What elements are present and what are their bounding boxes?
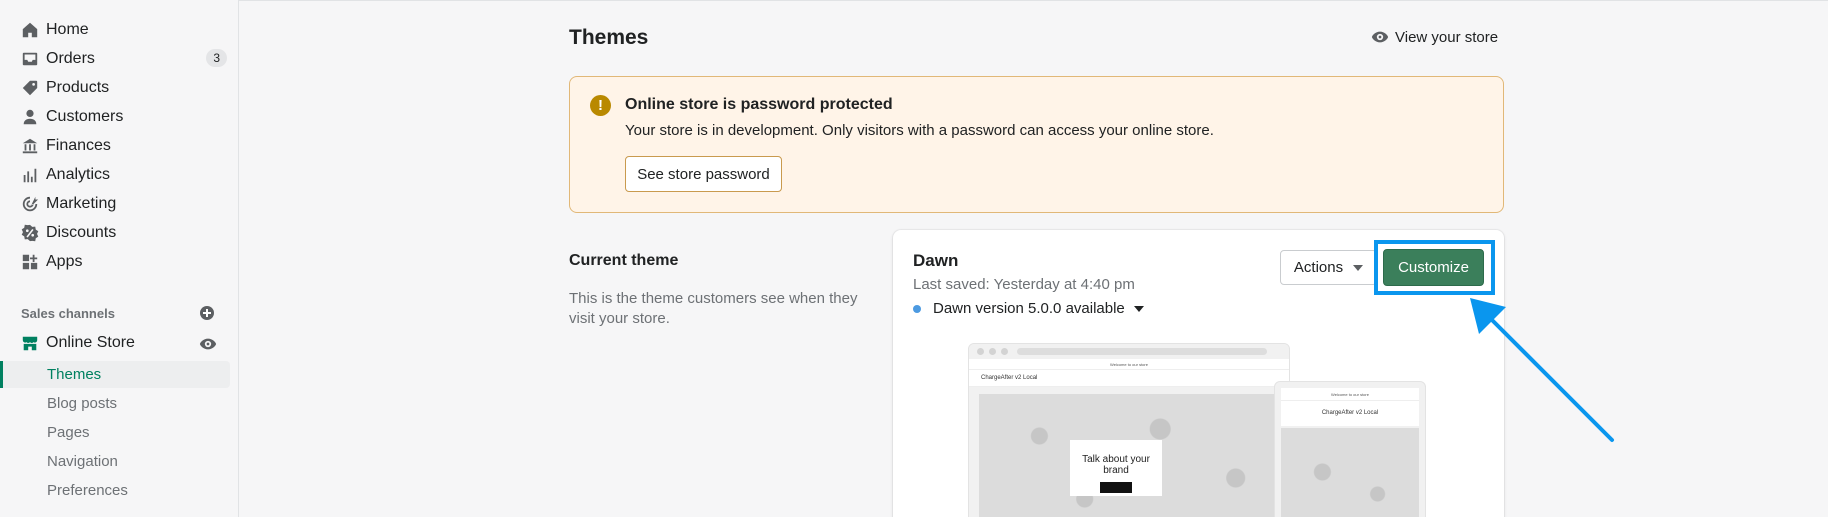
customize-button[interactable]: Customize	[1383, 249, 1484, 286]
active-item-highlight	[0, 361, 230, 388]
bar-chart-icon	[21, 166, 39, 184]
sidebar-item-analytics[interactable]: Analytics	[21, 163, 227, 187]
preview-announcement: Welcome to our store	[969, 359, 1289, 370]
preview-hero-button	[1100, 482, 1132, 493]
sidebar-item-orders[interactable]: Orders 3	[21, 47, 227, 71]
sidebar-subitem-themes[interactable]: Themes	[47, 362, 101, 386]
sidebar-item-home[interactable]: Home	[21, 18, 227, 42]
sidebar-item-label: Orders	[46, 50, 95, 67]
sidebar-item-label: Finances	[46, 137, 111, 154]
mobile-theme-preview: Welcome to our store ChargeAfter v2 Loca…	[1274, 381, 1426, 517]
sidebar-subitem-blog-posts[interactable]: Blog posts	[47, 391, 117, 415]
add-circle-icon[interactable]	[199, 305, 215, 321]
caret-down-icon	[1353, 264, 1364, 271]
home-icon	[21, 21, 39, 39]
sidebar-item-products[interactable]: Products	[21, 76, 227, 100]
banner-title: Online store is password protected	[625, 96, 893, 113]
store-icon	[21, 334, 39, 352]
caret-down-icon	[1133, 305, 1144, 312]
view-store-label: View your store	[1395, 28, 1499, 46]
discount-icon	[21, 224, 39, 242]
mobile-preview-store-name: ChargeAfter v2 Local	[1281, 401, 1419, 426]
sidebar-item-label: Apps	[46, 253, 83, 270]
theme-name: Dawn	[913, 251, 959, 270]
sidebar-item-label: Home	[46, 21, 89, 38]
sales-channels-label: Sales channels	[21, 306, 115, 321]
orders-icon	[21, 50, 39, 68]
desktop-theme-preview: Welcome to our store ChargeAfter v2 Loca…	[968, 343, 1290, 517]
browser-bar	[969, 344, 1289, 359]
pointer-arrow-icon	[1470, 298, 1614, 442]
current-theme-heading: Current theme	[569, 252, 679, 269]
apps-icon	[21, 253, 39, 271]
sidebar-subitem-pages[interactable]: Pages	[47, 420, 90, 444]
actions-button[interactable]: Actions	[1280, 250, 1377, 285]
eye-icon[interactable]	[199, 335, 217, 353]
preview-store-name: ChargeAfter v2 Local	[969, 370, 1289, 387]
see-store-password-button[interactable]: See store password	[625, 156, 782, 192]
orders-count-badge: 3	[206, 49, 227, 67]
sidebar-item-apps[interactable]: Apps	[21, 250, 227, 274]
current-theme-description: This is the theme customers see when the…	[569, 290, 858, 327]
sidebar: Home Orders 3 Products Customers Finance…	[0, 0, 239, 517]
preview-hero-image: Talk about your brand	[979, 394, 1281, 517]
sidebar-item-marketing[interactable]: Marketing	[21, 192, 227, 216]
tag-icon	[21, 79, 39, 97]
target-icon	[21, 195, 39, 213]
view-store-link[interactable]: View your store	[1371, 28, 1498, 46]
sidebar-item-label: Analytics	[46, 166, 111, 183]
page-title: Themes	[569, 26, 649, 49]
theme-version-label: Dawn version 5.0.0 available	[933, 300, 1125, 317]
mobile-preview-announcement: Welcome to our store	[1281, 388, 1419, 401]
sidebar-item-label: Discounts	[46, 224, 117, 241]
status-dot	[913, 304, 921, 313]
sidebar-item-label: Customers	[46, 108, 124, 125]
bank-icon	[21, 137, 39, 155]
theme-last-saved: Last saved: Yesterday at 4:40 pm	[913, 276, 1135, 293]
theme-version-dropdown[interactable]: Dawn version 5.0.0 available	[913, 300, 1144, 317]
actions-label: Actions	[1293, 259, 1344, 276]
warning-icon: !	[590, 95, 611, 116]
sidebar-subitem-navigation[interactable]: Navigation	[47, 449, 118, 473]
top-divider	[0, 0, 1828, 1]
banner-text: Your store is in development. Only visit…	[625, 122, 1214, 139]
sidebar-item-label: Marketing	[46, 195, 117, 212]
sidebar-subitem-preferences[interactable]: Preferences	[47, 478, 128, 502]
password-protected-banner: ! Online store is password protected You…	[569, 76, 1504, 213]
sidebar-item-online-store[interactable]: Online Store	[21, 331, 227, 355]
eye-icon	[1371, 31, 1389, 43]
mobile-preview-hero	[1281, 428, 1419, 517]
sidebar-item-customers[interactable]: Customers	[21, 105, 227, 129]
active-item-indicator	[0, 361, 3, 388]
sidebar-item-discounts[interactable]: Discounts	[21, 221, 227, 245]
preview-hero-box: Talk about your brand	[1070, 440, 1162, 496]
sidebar-item-label: Online Store	[46, 334, 135, 351]
sidebar-item-finances[interactable]: Finances	[21, 134, 227, 158]
preview-hero-text: Talk about your brand	[1082, 454, 1150, 476]
person-icon	[21, 108, 39, 126]
sidebar-item-label: Products	[46, 79, 110, 96]
